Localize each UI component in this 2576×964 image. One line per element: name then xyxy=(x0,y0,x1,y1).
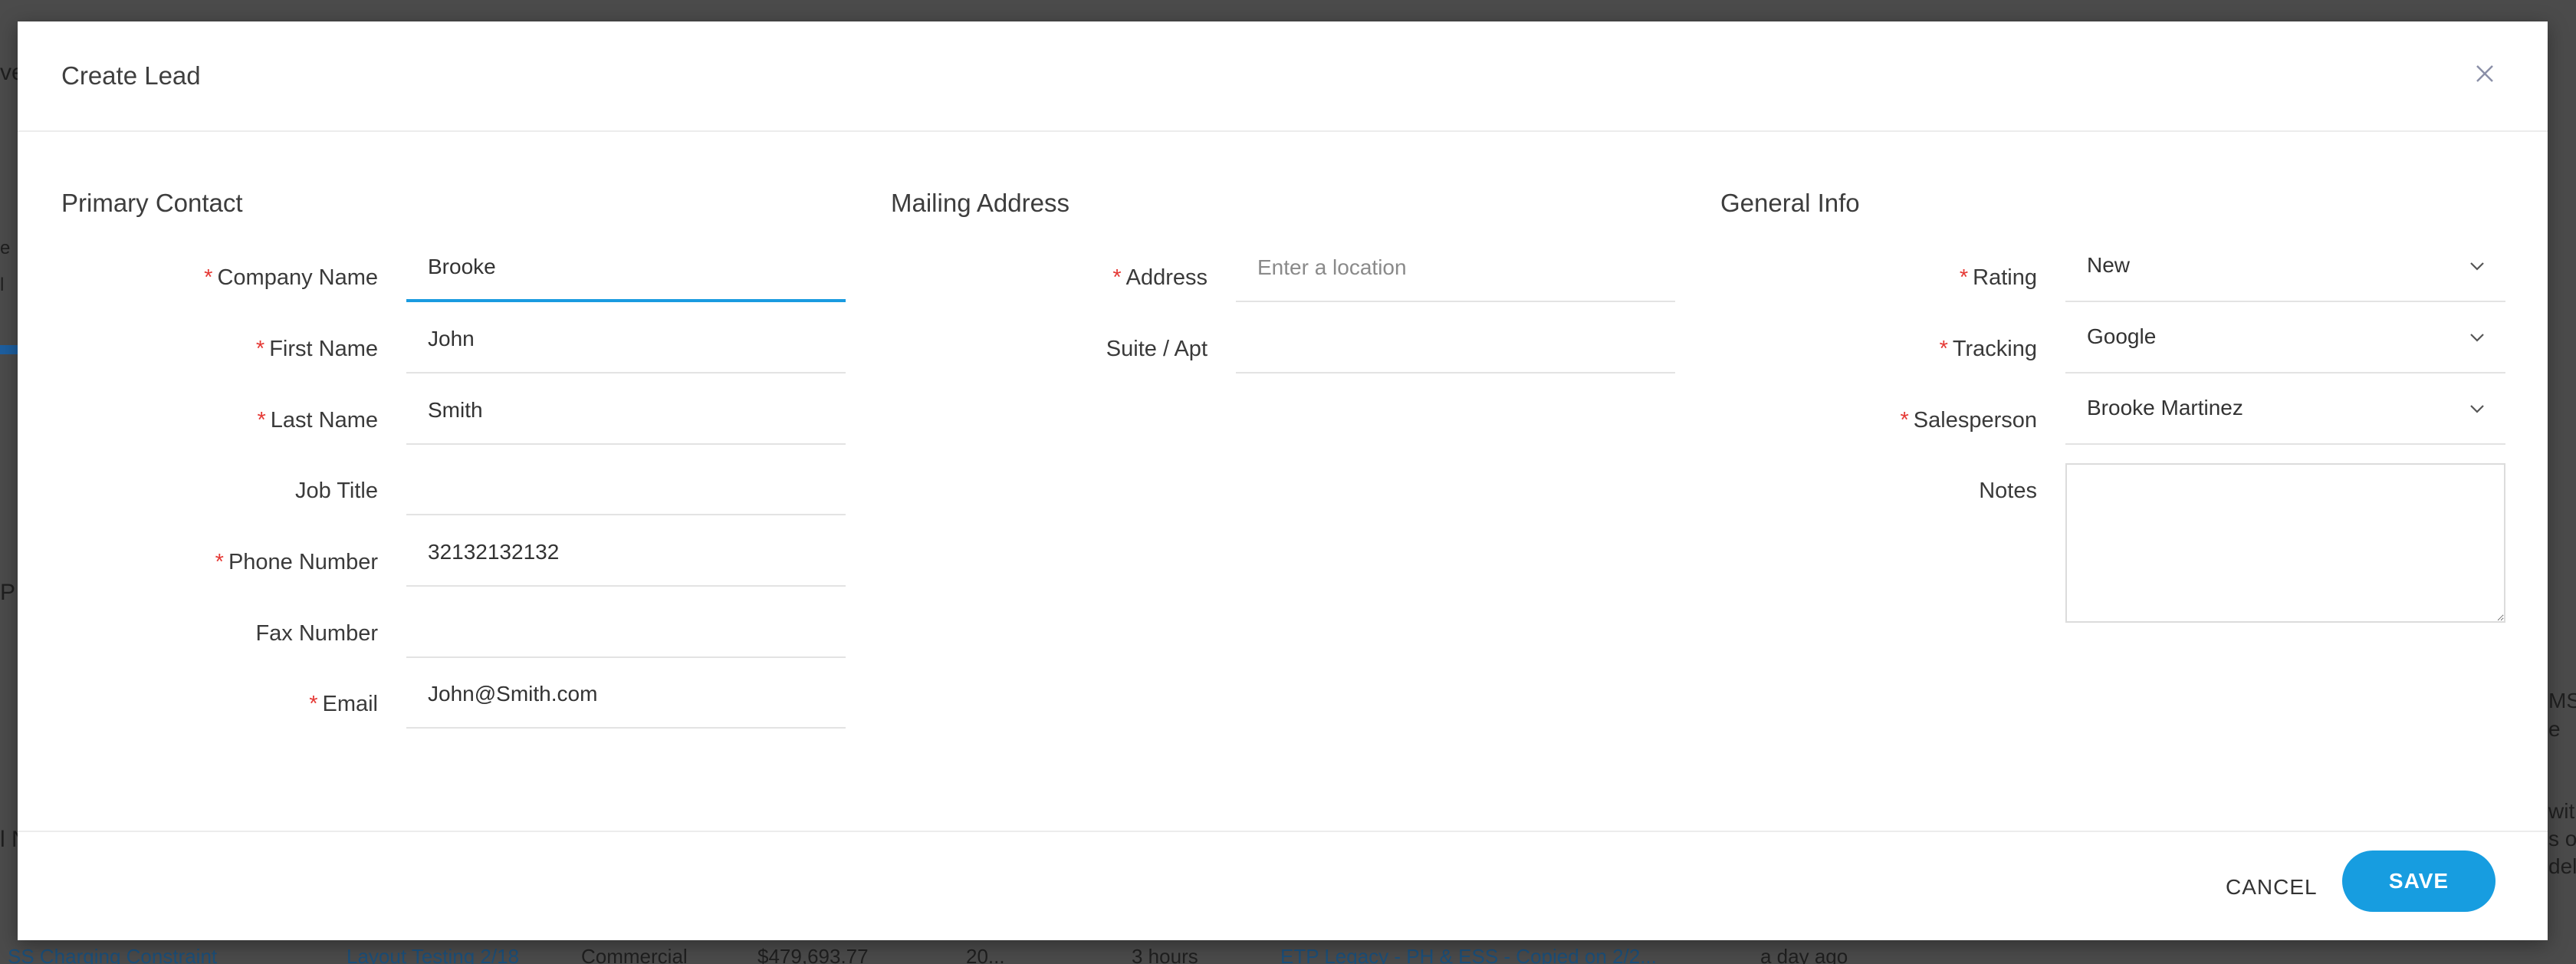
chevron-down-icon xyxy=(2470,262,2484,271)
tracking-label: * Tracking xyxy=(1715,337,2037,362)
job-title-label: Job Title xyxy=(295,479,378,503)
modal-title: Create Lead xyxy=(61,61,201,90)
modal-header: Create Lead xyxy=(18,21,2548,132)
required-marker: * xyxy=(215,550,224,574)
modal-footer: CANCEL SAVE xyxy=(18,831,2548,942)
suite-apt-input[interactable] xyxy=(1236,306,1675,373)
background-cell: ETP Legacy - PH & ESS - Copied on 2/2... xyxy=(1280,948,1657,964)
notes-label: Notes xyxy=(1979,479,2037,503)
background-table-row: SS Charging Constraint Layout Testing 2/… xyxy=(0,948,2576,964)
job-title-input[interactable] xyxy=(406,448,846,515)
phone-number-label-text: Phone Number xyxy=(228,550,378,574)
background-fragment: P xyxy=(0,580,16,605)
salesperson-label-text: Salesperson xyxy=(1913,408,2037,433)
close-icon[interactable] xyxy=(2468,57,2502,90)
background-cell: $479,693.77 xyxy=(757,948,869,964)
first-name-input[interactable] xyxy=(406,306,846,373)
salesperson-label: * Salesperson xyxy=(1715,408,2037,433)
background-fragment: l xyxy=(0,275,5,295)
tracking-select[interactable]: Google xyxy=(2065,306,2505,373)
address-input[interactable] xyxy=(1236,235,1675,302)
background-fragment: e xyxy=(2548,717,2561,741)
required-marker: * xyxy=(1112,265,1122,290)
background-fragment: with xyxy=(2548,799,2576,823)
background-cell: Layout Testing 2/18 xyxy=(347,948,520,964)
background-fragment: s of xyxy=(2548,827,2576,850)
section-title-general-info: General Info xyxy=(1720,189,1860,217)
company-name-input[interactable] xyxy=(406,235,846,302)
required-marker: * xyxy=(255,337,265,361)
tracking-value: Google xyxy=(2087,324,2157,348)
section-title-primary-contact: Primary Contact xyxy=(61,189,243,217)
rating-label-text: Rating xyxy=(1973,265,2037,290)
required-marker: * xyxy=(1900,408,1909,433)
last-name-label: * Last Name xyxy=(56,408,378,433)
address-label: * Address xyxy=(886,265,1208,291)
background-cell: Commercial xyxy=(581,948,688,964)
background-fragment: MS xyxy=(2548,689,2576,712)
last-name-input[interactable] xyxy=(406,377,846,445)
required-marker: * xyxy=(257,408,266,433)
section-title-mailing-address: Mailing Address xyxy=(891,189,1070,217)
fax-number-input[interactable] xyxy=(406,591,846,658)
background-accent-bar xyxy=(0,345,18,354)
company-name-label-text: Company Name xyxy=(217,265,378,290)
address-label-text: Address xyxy=(1125,265,1208,290)
chevron-down-icon xyxy=(2470,334,2484,342)
email-input[interactable] xyxy=(406,661,846,729)
suite-apt-label: Suite / Apt xyxy=(1106,337,1208,361)
tracking-label-text: Tracking xyxy=(1952,337,2037,361)
phone-number-label: * Phone Number xyxy=(56,550,378,575)
salesperson-value: Brooke Martinez xyxy=(2087,396,2243,419)
company-name-label: * Company Name xyxy=(56,265,378,291)
rating-value: New xyxy=(2087,253,2131,277)
save-button[interactable]: SAVE xyxy=(2342,850,2496,912)
rating-select[interactable]: New xyxy=(2065,235,2505,302)
background-cell: SS Charging Constraint xyxy=(8,948,218,964)
rating-label: * Rating xyxy=(1715,265,2037,291)
background-cell: 20... xyxy=(966,948,1005,964)
create-lead-modal: Create Lead Primary Contact Mailing Addr… xyxy=(18,21,2548,940)
background-fragment: del xyxy=(2548,854,2576,878)
background-cell: a day ago xyxy=(1760,948,1848,964)
required-marker: * xyxy=(204,265,213,290)
chevron-down-icon xyxy=(2470,405,2484,413)
last-name-label-text: Last Name xyxy=(270,408,378,433)
required-marker: * xyxy=(1939,337,1948,361)
required-marker: * xyxy=(309,692,318,716)
notes-textarea[interactable] xyxy=(2065,463,2505,623)
email-label-text: Email xyxy=(322,692,378,716)
background-cell: 3 hours xyxy=(1132,948,1198,964)
salesperson-select[interactable]: Brooke Martinez xyxy=(2065,377,2505,445)
email-label: * Email xyxy=(56,692,378,717)
first-name-label-text: First Name xyxy=(269,337,378,361)
first-name-label: * First Name xyxy=(56,337,378,362)
cancel-button[interactable]: CANCEL xyxy=(2226,875,2318,900)
required-marker: * xyxy=(1959,265,1969,290)
phone-number-input[interactable] xyxy=(406,519,846,587)
fax-number-label: Fax Number xyxy=(255,621,378,646)
background-fragment: e xyxy=(0,238,11,258)
